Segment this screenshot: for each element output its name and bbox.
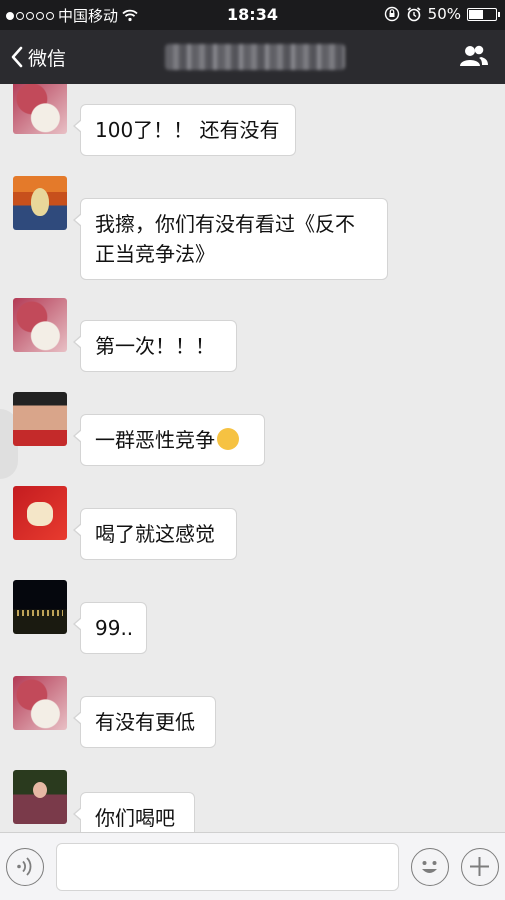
man-portrait-avatar[interactable] (13, 392, 67, 446)
back-button[interactable]: 微信 (10, 30, 66, 84)
message-text: 喝了就这感觉 (95, 522, 215, 546)
battery-icon (467, 7, 500, 21)
message-bubble[interactable]: 我擦，你们有没有看过《反不正当竞争法》 (73, 198, 388, 280)
message-bubble[interactable]: 第一次！！！ (73, 320, 237, 372)
chat-area[interactable]: 100了！！ 还有没有 我擦，你们有没有看过《反不正当竞争法》 第一次！！！ 一… (0, 84, 505, 832)
chevron-left-icon (11, 46, 23, 68)
message-text: 有没有更低 (95, 710, 195, 734)
message-bubble[interactable]: 100了！！ 还有没有 (73, 104, 296, 156)
group-members-icon[interactable] (459, 43, 489, 69)
scream-painting-avatar[interactable] (13, 176, 67, 230)
orientation-lock-icon (384, 6, 399, 22)
message-bubble[interactable]: 一群恶性竞争 (73, 414, 265, 466)
message-text: 一群恶性竞争 (95, 428, 215, 452)
emoji-icon (422, 861, 437, 873)
voice-button[interactable] (6, 848, 44, 886)
more-button[interactable] (461, 848, 499, 886)
message-text: 第一次！！！ (95, 334, 215, 358)
message-bubble[interactable]: 喝了就这感觉 (73, 508, 237, 560)
status-bar: 中国移动 18:34 50% (0, 0, 505, 30)
message-text: 100了！！ 还有没有 (95, 118, 280, 142)
message-bubble[interactable]: 99.. (73, 602, 147, 654)
battery-percent: 50% (427, 5, 461, 23)
back-label: 微信 (28, 47, 67, 70)
night-city-avatar[interactable] (13, 580, 67, 634)
emoji-button[interactable] (411, 848, 449, 886)
pensive-face-emoji (217, 428, 239, 450)
red-card-avatar[interactable] (13, 486, 67, 540)
message-text: 我擦，你们有没有看过《反不正当竞争法》 (95, 212, 355, 266)
message-text: 你们喝吧 (95, 806, 175, 830)
pink-dog-avatar[interactable] (13, 676, 67, 730)
nav-bar: 微信 (0, 30, 505, 84)
alarm-icon (407, 7, 421, 22)
message-bubble[interactable]: 你们喝吧 (73, 792, 195, 832)
message-text: 99.. (95, 616, 134, 640)
message-input[interactable] (56, 843, 399, 891)
plus-icon (470, 857, 489, 876)
status-right-group: 50% (384, 5, 500, 23)
girl-photo-avatar[interactable] (13, 770, 67, 824)
pink-dog-avatar[interactable] (13, 84, 67, 134)
chat-title-blurred (165, 44, 345, 70)
pink-dog-avatar[interactable] (13, 298, 67, 352)
message-bubble[interactable]: 有没有更低 (73, 696, 216, 748)
voice-icon (17, 857, 32, 876)
input-bar (0, 832, 505, 900)
